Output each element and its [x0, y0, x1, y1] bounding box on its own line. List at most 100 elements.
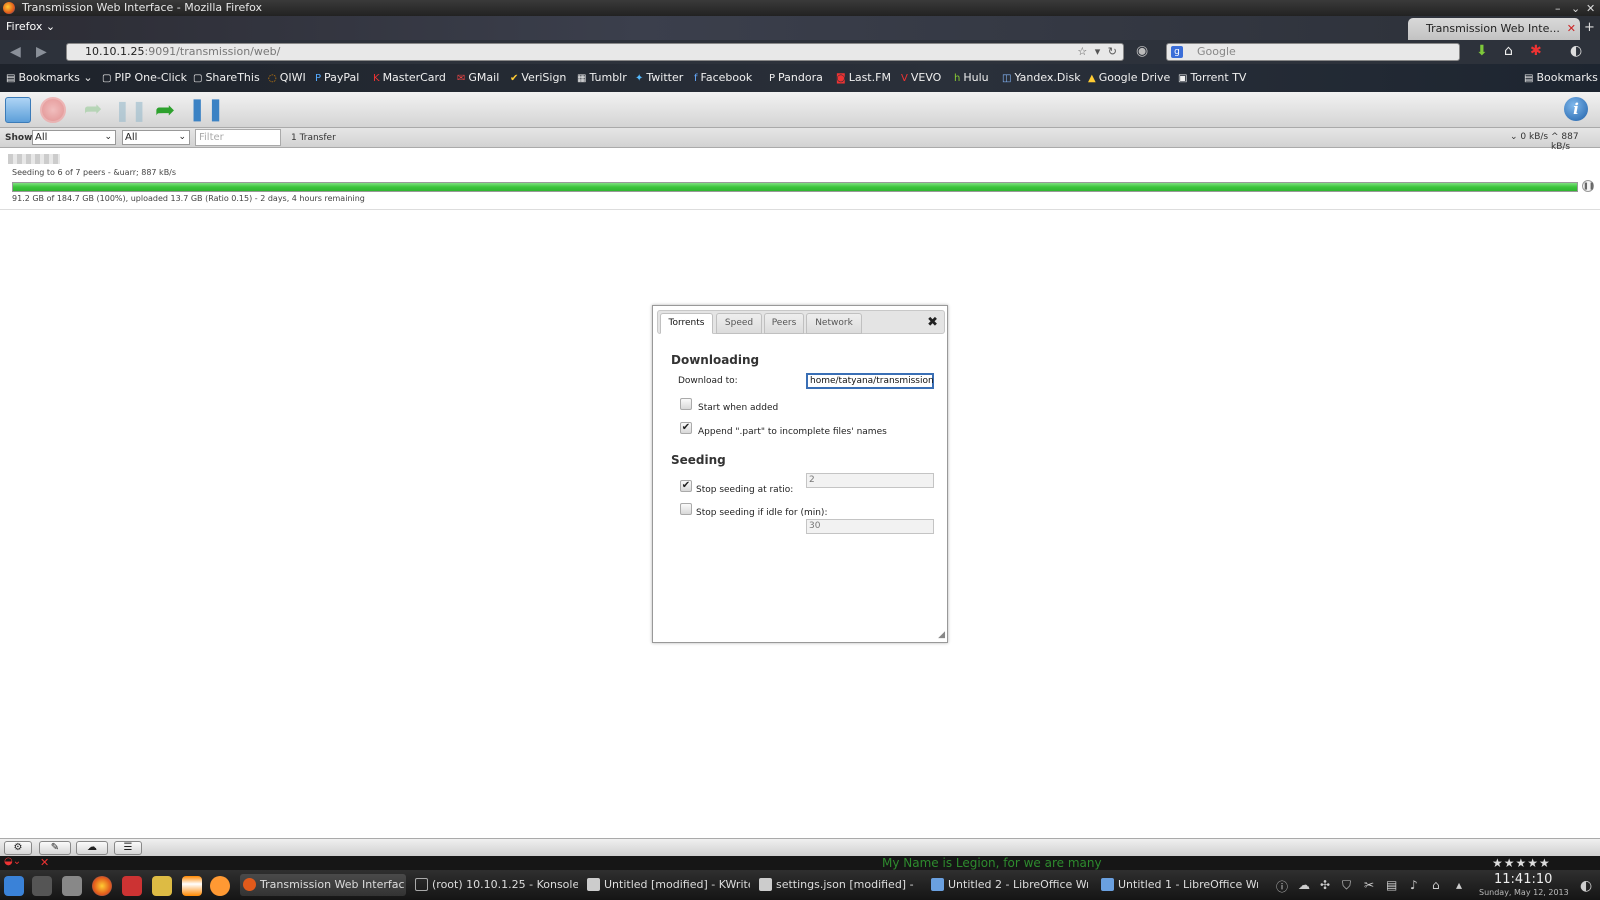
desktop-icon[interactable]: ◐ — [1580, 878, 1592, 894]
info-tray-icon[interactable]: ⓘ — [1276, 878, 1288, 895]
pause-torrent-button[interactable]: ❚❚ — [114, 97, 148, 123]
tab-peers[interactable]: Peers — [764, 313, 804, 334]
shield-tray-icon[interactable]: ⛉ — [1342, 878, 1351, 893]
bookmark-gmail[interactable]: ✉ GMail — [457, 71, 499, 84]
bookmark-torrent-tv[interactable]: ▣ Torrent TV — [1178, 71, 1246, 84]
task-transmission[interactable]: Transmission Web Interfac — [240, 874, 406, 896]
close-window-icon[interactable]: ✕ — [1586, 1, 1595, 17]
compact-view-button[interactable]: ☰ — [114, 841, 142, 855]
vlc-launcher-icon[interactable] — [182, 876, 202, 896]
keyboard-layout-icon[interactable]: ▤ — [1386, 878, 1397, 892]
addon-icon[interactable]: ◉ — [1136, 43, 1148, 59]
bookmark-paypal[interactable]: P PayPal — [315, 71, 359, 84]
bookmark-pandora[interactable]: P Pandora — [769, 71, 823, 84]
start-all-button[interactable]: ➦ — [152, 97, 178, 123]
task-libreoffice-1[interactable]: Untitled 1 - LibreOffice Wri — [1098, 874, 1258, 896]
network-tray-icon[interactable]: ⌂ — [1432, 878, 1440, 892]
turtle-mode-button[interactable]: ✎ — [39, 841, 71, 855]
stop-idle-label: Stop seeding if idle for (min): — [696, 508, 828, 518]
bookmark-lastfm[interactable]: ◙ Last.FM — [836, 71, 891, 84]
remove-torrent-button[interactable] — [40, 97, 66, 123]
forward-icon[interactable]: ▶ — [36, 44, 47, 60]
task-settings-json[interactable]: settings.json [modified] - — [756, 874, 916, 896]
bookmarks-menu-button[interactable]: ▤ Bookmarks — [1524, 71, 1598, 84]
files-launcher-icon[interactable] — [62, 876, 82, 896]
bookmark-pip-one-click[interactable]: ▢ PIP One-Click — [102, 71, 187, 84]
pause-all-button[interactable]: ❚❚ — [188, 97, 225, 123]
filter-input[interactable]: Filter — [195, 129, 281, 146]
back-icon[interactable]: ◀ — [10, 44, 21, 60]
tab-torrents[interactable]: Torrents — [660, 313, 713, 334]
stop-ratio-checkbox[interactable]: ✔ — [680, 480, 692, 492]
torrent-row[interactable]: Seeding to 6 of 7 peers - &uarr; 887 kB/… — [0, 149, 1600, 210]
app-launcher-3-icon[interactable] — [210, 876, 230, 896]
append-part-checkbox[interactable]: ✔ — [680, 422, 692, 434]
addon-red-icon[interactable]: ✱ — [1530, 43, 1542, 59]
page-icon: ▢ — [193, 73, 203, 84]
bookmark-qiwi[interactable]: ◌ QIWI — [268, 71, 306, 84]
bookmark-yandex-disk[interactable]: ◫ Yandex.Disk — [1002, 71, 1081, 84]
start-when-added-checkbox[interactable] — [680, 398, 692, 410]
bookmark-tumblr[interactable]: ▦ Tumblr — [577, 71, 627, 84]
clock-time[interactable]: 11:41:10 — [1494, 872, 1552, 887]
firefox-menu-button[interactable]: Firefox ⌄ — [6, 20, 55, 33]
dropbox-tray-icon[interactable]: ✣ — [1320, 878, 1330, 892]
stop-ratio-input[interactable]: 2 — [806, 473, 934, 488]
volume-icon[interactable]: ♪ — [1410, 878, 1418, 892]
tray-expand-icon[interactable]: ▴ — [1456, 878, 1462, 892]
stop-idle-input[interactable]: 30 — [806, 519, 934, 534]
filter-bar: Show All ⌄ All ⌄ Filter 1 Transfer ⌄ 0 kB/… — [0, 128, 1600, 152]
menu-icon[interactable]: ◐ — [1570, 43, 1582, 59]
page-icon: ▢ — [102, 73, 112, 84]
bookmark-google-drive[interactable]: ▲ Google Drive — [1088, 71, 1170, 84]
firefox-launcher-icon[interactable] — [92, 876, 112, 896]
alt-speed-button[interactable]: ☁ — [76, 841, 108, 855]
maximize-icon[interactable]: ⌄ — [1571, 1, 1580, 17]
bookmark-hulu[interactable]: h Hulu — [954, 71, 989, 84]
open-torrent-button[interactable] — [5, 97, 31, 123]
app-launcher-2-icon[interactable] — [152, 876, 172, 896]
panel-app-icon[interactable]: ◒⌄ — [4, 856, 21, 867]
task-libreoffice-2[interactable]: Untitled 2 - LibreOffice Wri — [928, 874, 1088, 896]
terminal-launcher-icon[interactable] — [32, 876, 52, 896]
tab-transmission[interactable]: Transmission Web Inte... ✕ — [1408, 18, 1580, 40]
close-tab-icon[interactable]: ✕ — [1567, 18, 1576, 40]
skype-tray-icon[interactable]: ☁ — [1298, 878, 1310, 892]
settings-gear-button[interactable]: ⚙ — [4, 841, 32, 855]
tools-tray-icon[interactable]: ✂ — [1364, 878, 1374, 892]
url-bar[interactable]: 10.10.1.25:9091/transmission/web/ ☆ ▾ ↻ — [66, 43, 1124, 61]
bookmark-facebook[interactable]: f Facebook — [694, 71, 752, 84]
bookmark-label: Yandex.Disk — [1014, 71, 1081, 84]
new-tab-icon[interactable]: + — [1584, 20, 1595, 35]
download-speed: ⌄ 0 kB/s — [1510, 132, 1549, 142]
status-filter-select[interactable]: All ⌄ — [32, 130, 116, 145]
inspector-info-button[interactable]: i — [1564, 97, 1588, 121]
resize-grip-icon[interactable]: ◢ — [938, 630, 945, 640]
bookmark-mastercard[interactable]: K MasterCard — [373, 71, 446, 84]
panel-motto: My Name is Legion, for we are many — [882, 856, 1102, 870]
task-konsole[interactable]: (root) 10.10.1.25 - Konsole — [412, 874, 578, 896]
bookmark-sharethis[interactable]: ▢ ShareThis — [193, 71, 260, 84]
tab-speed[interactable]: Speed — [716, 313, 762, 334]
download-dir-input[interactable]: home/tatyana/transmission — [806, 373, 934, 389]
start-torrent-button[interactable]: ➦ — [80, 97, 106, 123]
task-kwrite[interactable]: Untitled [modified] - KWrite — [584, 874, 750, 896]
tracker-filter-select[interactable]: All ⌄ — [122, 130, 190, 145]
minimize-icon[interactable]: – — [1555, 1, 1561, 17]
panel-close-icon[interactable]: ✕ — [40, 856, 49, 869]
close-dialog-icon[interactable]: ✖ — [927, 315, 938, 330]
download-icon[interactable]: ⬇ — [1476, 43, 1488, 59]
kde-menu-icon[interactable] — [4, 876, 24, 896]
bookmark-verisign[interactable]: ✔ VeriSign — [510, 71, 566, 84]
bookmark-bookmarks-menu[interactable]: ▤ Bookmarks ⌄ — [6, 71, 93, 84]
tab-network[interactable]: Network — [806, 313, 862, 334]
app-launcher-icon[interactable] — [122, 876, 142, 896]
torrent-pause-button[interactable]: ❚❚ — [1582, 180, 1595, 192]
stop-idle-checkbox[interactable] — [680, 503, 692, 515]
bookmark-twitter[interactable]: ✦ Twitter — [635, 71, 683, 84]
url-bar-icons[interactable]: ☆ ▾ ↻ — [1077, 44, 1119, 60]
search-bar[interactable]: g Google — [1166, 43, 1460, 61]
bookmark-label: QIWI — [279, 71, 306, 84]
bookmark-vevo[interactable]: V VEVO — [901, 71, 941, 84]
home-icon[interactable]: ⌂ — [1504, 43, 1513, 59]
